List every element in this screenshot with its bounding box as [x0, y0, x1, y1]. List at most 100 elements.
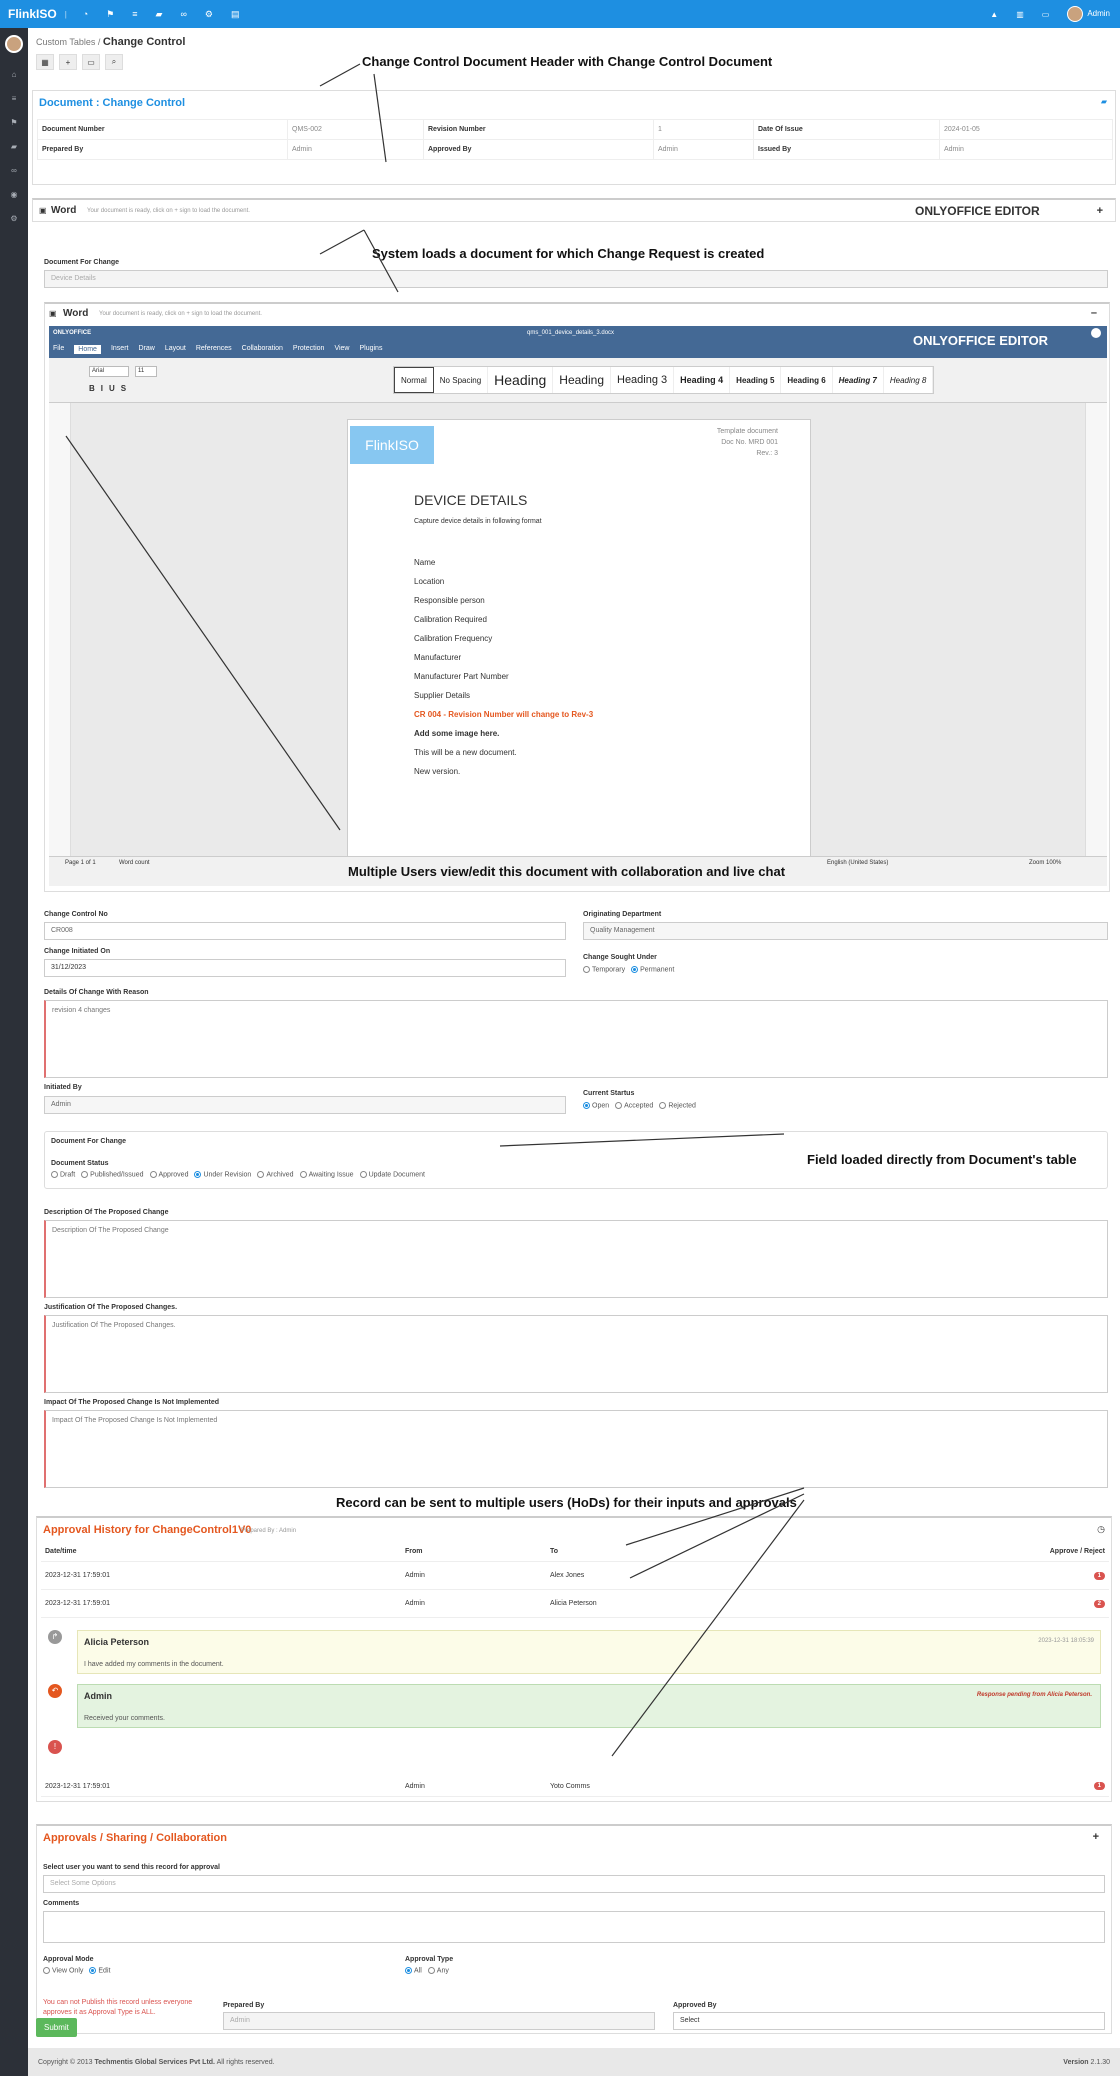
approved-by-select[interactable]: Select [673, 2012, 1105, 2030]
tab-protection[interactable]: Protection [293, 345, 325, 354]
tab-collaboration[interactable]: Collaboration [242, 345, 283, 354]
add-icon[interactable]: + [59, 54, 77, 70]
submit-button[interactable]: Submit [36, 2018, 77, 2037]
table-row[interactable]: 2023-12-31 17:59:01 Admin Alicia Peterso… [41, 1589, 1109, 1618]
home-icon[interactable]: ⌂ [0, 63, 28, 87]
chart-icon[interactable]: ▥ [1016, 10, 1024, 19]
graduation-icon[interactable]: ▲ [990, 10, 998, 19]
settings-icon[interactable]: ⚙ [205, 9, 213, 20]
footer-copyright: Copyright © 2013 Techmentis Global Servi… [38, 2059, 275, 2066]
tab-insert[interactable]: Insert [111, 345, 129, 354]
sidebar-avatar[interactable] [5, 35, 23, 53]
select-users-input[interactable]: Select Some Options [43, 1875, 1105, 1893]
ccno-input[interactable]: CR008 [44, 922, 566, 940]
folder-open-icon[interactable]: ▰ [1101, 97, 1107, 106]
style-heading7[interactable]: Heading 7 [833, 367, 884, 393]
tab-home[interactable]: Home [74, 345, 101, 354]
type-all[interactable]: All [405, 1967, 422, 1974]
table-row[interactable]: 2023-12-31 17:59:01 Admin Alex Jones 1 [41, 1561, 1109, 1590]
style-heading3[interactable]: Heading 3 [611, 367, 675, 393]
dept-label: Originating Department [583, 911, 662, 918]
tab-draw[interactable]: Draw [138, 345, 154, 354]
count-badge[interactable]: 1 [1093, 1782, 1105, 1790]
ds-update[interactable]: Update Document [359, 1171, 425, 1178]
init-date[interactable]: 31/12/2023 [44, 959, 566, 977]
count-badge[interactable]: 1 [1093, 1571, 1105, 1580]
folder-icon[interactable]: ▰ [156, 9, 163, 20]
breadcrumb-parent[interactable]: Custom Tables [36, 37, 95, 47]
collapse-button[interactable]: – [1091, 307, 1097, 319]
ds-draft[interactable]: Draft [51, 1171, 75, 1178]
search-icon[interactable]: ⌕ [105, 54, 123, 70]
dept-select[interactable]: Quality Management [583, 922, 1108, 940]
language[interactable]: English (United States) [827, 860, 888, 866]
cell: Admin [653, 139, 754, 160]
size-select[interactable]: 11 [135, 366, 157, 377]
clock-icon[interactable]: ◷ [1097, 1524, 1105, 1535]
style-no-spacing[interactable]: No Spacing [434, 367, 489, 393]
style-normal[interactable]: Normal [394, 367, 434, 393]
list-icon[interactable]: ≡ [132, 9, 137, 20]
style-heading5[interactable]: Heading 5 [730, 367, 782, 393]
globe-icon[interactable]: ◉ [0, 183, 28, 207]
table-row[interactable]: 2023-12-31 17:59:01 Admin Yoto Comms 1 [41, 1776, 1109, 1797]
format-buttons[interactable]: BIUS [89, 384, 132, 393]
doc-for-change-select[interactable]: Device Details [44, 270, 1108, 288]
count-badge[interactable]: 2 [1093, 1599, 1105, 1608]
style-heading1[interactable]: Heading [488, 367, 554, 393]
expand-button[interactable]: + [1097, 205, 1103, 217]
font-select[interactable]: Arial [89, 366, 129, 377]
document-page[interactable]: FlinkISO Template document Doc No. MRD 0… [347, 419, 811, 859]
mode-edit[interactable]: Edit [89, 1967, 110, 1974]
tab-layout[interactable]: Layout [165, 345, 186, 354]
folder-icon[interactable]: ▰ [0, 135, 28, 159]
details-textarea[interactable]: revision 4 changes [44, 1000, 1108, 1078]
sought-permanent[interactable]: Permanent [631, 966, 674, 973]
word-panel-expanded: ▣ Word Your document is ready, click on … [44, 302, 1110, 892]
brand-logo[interactable]: FlinkISO [0, 7, 65, 21]
comments-textarea[interactable] [43, 1911, 1105, 1943]
style-heading4[interactable]: Heading 4 [674, 367, 731, 393]
gear-icon[interactable]: ⚙ [0, 207, 28, 231]
card-icon[interactable]: ▭ [1042, 10, 1050, 19]
sought-temporary[interactable]: Temporary [583, 966, 625, 973]
bookmark-icon[interactable]: ⚑ [106, 9, 114, 20]
tab-references[interactable]: References [196, 345, 232, 354]
table-icon[interactable]: ▦ [36, 54, 54, 70]
desc-textarea[interactable]: Description Of The Proposed Change [44, 1220, 1108, 1298]
status-open[interactable]: Open [583, 1102, 609, 1109]
tab-plugins[interactable]: Plugins [359, 345, 382, 354]
type-any[interactable]: Any [427, 1967, 449, 1974]
style-heading8[interactable]: Heading 8 [884, 367, 934, 393]
link-icon[interactable]: ∞ [0, 159, 28, 183]
ds-approved[interactable]: Approved [149, 1171, 188, 1178]
status-rejected[interactable]: Rejected [659, 1102, 696, 1109]
ds-under-revision[interactable]: Under Revision [194, 1171, 251, 1178]
company-name[interactable]: Techmentis Global Services Pvt Ltd. [95, 2059, 215, 2066]
mode-view[interactable]: View Only [43, 1967, 83, 1974]
cell: Prepared By [37, 139, 288, 160]
ds-published[interactable]: Published/Issued [81, 1171, 144, 1178]
status-accepted[interactable]: Accepted [615, 1102, 653, 1109]
link-icon[interactable]: ∞ [180, 9, 186, 20]
tab-file[interactable]: File [53, 345, 64, 354]
tab-view[interactable]: View [334, 345, 349, 354]
user-menu[interactable]: Admin [1067, 6, 1110, 22]
word-count[interactable]: Word count [119, 860, 150, 866]
initiated-by-select[interactable]: Admin [44, 1096, 566, 1114]
editor-user-icon[interactable] [1091, 328, 1101, 338]
impact-textarea[interactable]: Impact Of The Proposed Change Is Not Imp… [44, 1410, 1108, 1488]
just-textarea[interactable]: Justification Of The Proposed Changes. [44, 1315, 1108, 1393]
prepared-by-select[interactable]: Admin [223, 2012, 655, 2030]
bookmark-icon[interactable]: ⚑ [0, 111, 28, 135]
monitor-icon[interactable]: ▭ [82, 54, 100, 70]
ds-awaiting[interactable]: Awaiting Issue [299, 1171, 354, 1178]
style-heading2[interactable]: Heading [553, 367, 611, 393]
expand-button[interactable]: + [1093, 1831, 1099, 1843]
style-heading6[interactable]: Heading 6 [781, 367, 833, 393]
database-icon[interactable]: ▤ [231, 9, 240, 20]
dashboard-icon[interactable]: ◔ [83, 9, 88, 20]
zoom-level[interactable]: Zoom 100% [1029, 860, 1061, 866]
ds-archived[interactable]: Archived [257, 1171, 294, 1178]
menu-icon[interactable]: ≡ [0, 87, 28, 111]
